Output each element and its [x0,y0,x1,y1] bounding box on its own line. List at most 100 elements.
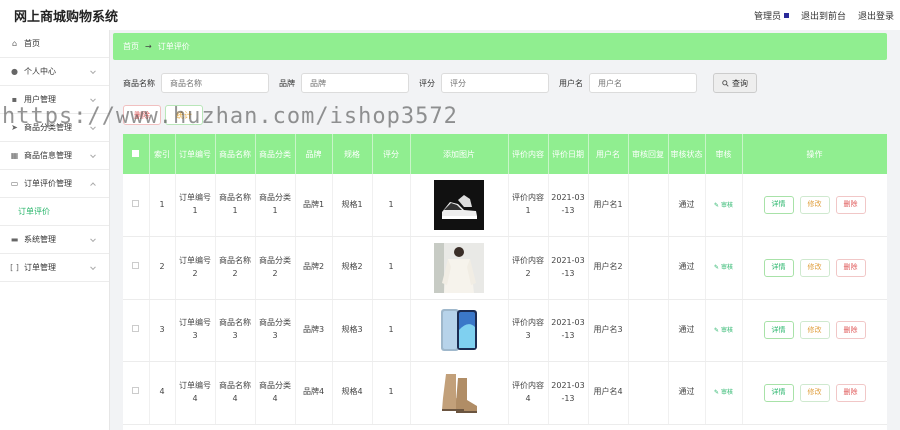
product-image [434,180,484,230]
order-number: 订单编号 2 [179,255,211,278]
edit-button[interactable]: 修改 [799,383,830,402]
delete-button[interactable]: 删除 [835,258,866,277]
row-select-cell[interactable] [123,236,150,300]
sidebar-item-orders[interactable]: [ ] 订单管理 [0,254,109,282]
col-header: 索引 [149,134,176,174]
breadcrumb-home[interactable]: 首页 [123,41,139,52]
spec: 规格4 [341,387,363,397]
review-status: 通过 [678,262,695,272]
score: 1 [388,262,394,272]
detail-button[interactable]: 详情 [763,258,794,277]
admin-indicator: 管理员 [754,9,789,22]
edit-button[interactable]: 修改 [799,258,830,277]
review-status: 通过 [678,387,695,397]
review-button[interactable]: ✎ 审核 [714,389,733,396]
username: 用户名3 [593,324,623,334]
sidebar-item-users[interactable]: ▪ 用户管理 [0,86,109,114]
chevron-down-icon [90,95,96,102]
sidebar-subitem-review[interactable]: 订单评价 [0,198,109,226]
row-select-cell[interactable] [123,174,150,237]
sidebar-item-system[interactable]: ▬ 系统管理 [0,226,109,254]
sidebar-item-home[interactable]: ⌂ 首页 [0,30,109,58]
delete-button[interactable]: 删除 [835,383,866,402]
row-select-cell[interactable] [123,299,150,362]
username: 用户名4 [593,387,623,397]
sidebar-item-label: 订单管理 [24,263,56,272]
table-header-row: 索引 订单编号 商品名称 商品分类 品牌 规格 评分 添加图片 评价内容 评价日… [123,134,887,174]
delete-button[interactable]: 删除 [835,321,866,340]
col-header[interactable]: 评价日期 [548,134,589,174]
select-all-cell[interactable] [123,134,150,174]
exit-to-frontend-link[interactable]: 退出到前台 [801,9,846,22]
top-bar: 网上商城购物系统 管理员 退出到前台 退出登录 [0,0,900,30]
review-content: 评价内容 3 [512,318,544,341]
score-label: 评分 [419,78,435,88]
col-header[interactable]: 评分 [372,134,411,174]
username-input[interactable] [589,73,697,93]
col-header[interactable]: 用户名 [588,134,629,174]
app-title: 网上商城购物系统 [14,9,119,25]
username: 用户名2 [593,262,623,272]
edit-button[interactable]: 修改 [799,196,830,214]
avatar [783,12,789,18]
review-date: 2021-03 -13 [551,255,585,278]
sidebar-item-profile[interactable]: ● 个人中心 [0,58,109,86]
sidebar-item-label: 商品分类管理 [24,123,72,132]
review-button[interactable]: ✎ 审核 [714,202,733,209]
logout-link[interactable]: 退出登录 [858,9,894,22]
sidebar: ⌂ 首页 ● 个人中心 ▪ 用户管理 ➤ 商品分类管理 ▦ 商品信息管理 ▭ 订… [0,30,110,430]
query-button[interactable]: 查询 [713,73,757,93]
review-button[interactable]: ✎ 审核 [714,264,733,271]
delete-button[interactable]: 删除 [835,196,866,214]
col-header[interactable]: 评价内容 [508,134,549,174]
row-checkbox[interactable] [132,324,140,332]
table-row: 1 订单编号 1 商品名称 1 商品分类 1 品牌1 规格1 1 评价内容 1 2021-03 … [123,174,887,237]
sidebar-item-category[interactable]: ➤ 商品分类管理 [0,114,109,142]
brand: 品牌3 [302,324,325,334]
sidebar-item-label: 系统管理 [24,235,56,244]
product-category: 商品分类 4 [259,380,291,403]
col-header[interactable]: 商品分类 [255,134,296,174]
edit-icon: ✎ [714,264,721,272]
detail-button[interactable]: 详情 [763,321,794,340]
chevron-down-icon [90,123,96,130]
edit-button[interactable]: 修改 [799,321,830,340]
edit-icon: ✎ [714,326,721,334]
brand-input[interactable] [301,73,409,93]
detail-button[interactable]: 详情 [763,383,794,402]
col-header[interactable]: 审核状态 [668,134,706,174]
stats-button[interactable]: 统计 [165,105,203,125]
product-name: 商品名称 2 [219,255,251,278]
detail-button[interactable]: 详情 [763,196,794,214]
col-header[interactable]: 品牌 [295,134,333,174]
sidebar-item-review-management[interactable]: ▭ 订单评价管理 [0,170,109,198]
row-select-cell[interactable] [123,361,150,425]
username-label: 用户名 [559,78,583,88]
row-actions: 详情 修改 删除 [743,383,887,402]
col-header[interactable]: 订单编号 [175,134,216,174]
col-header[interactable]: 规格 [332,134,373,174]
sidebar-item-label: 订单评价管理 [24,179,72,188]
chevron-down-icon [90,67,96,74]
order-number: 订单编号 4 [179,380,211,403]
score-input[interactable] [441,73,549,93]
col-header: 审核 [705,134,743,174]
col-header[interactable]: 添加图片 [410,134,509,174]
review-table: 索引 订单编号 商品名称 商品分类 品牌 规格 评分 添加图片 评价内容 评价日… [123,134,887,430]
batch-delete-button[interactable]: 删除 [123,105,161,125]
row-checkbox[interactable] [132,199,140,207]
row-checkbox[interactable] [132,387,140,395]
review-date: 2021-03 -13 [551,318,585,341]
product-name-input[interactable] [161,73,269,93]
sidebar-item-label: 个人中心 [24,67,56,76]
review-button[interactable]: ✎ 审核 [714,327,733,334]
grid-icon: ▦ [10,151,19,160]
review-label: 审核 [720,201,733,209]
sidebar-item-product[interactable]: ▦ 商品信息管理 [0,142,109,170]
select-all-checkbox[interactable] [132,149,140,157]
col-header[interactable]: 审核回复 [628,134,669,174]
row-checkbox[interactable] [132,262,140,270]
review-label: 审核 [720,326,733,334]
product-name: 商品名称 4 [219,380,251,403]
col-header[interactable]: 商品名称 [215,134,256,174]
